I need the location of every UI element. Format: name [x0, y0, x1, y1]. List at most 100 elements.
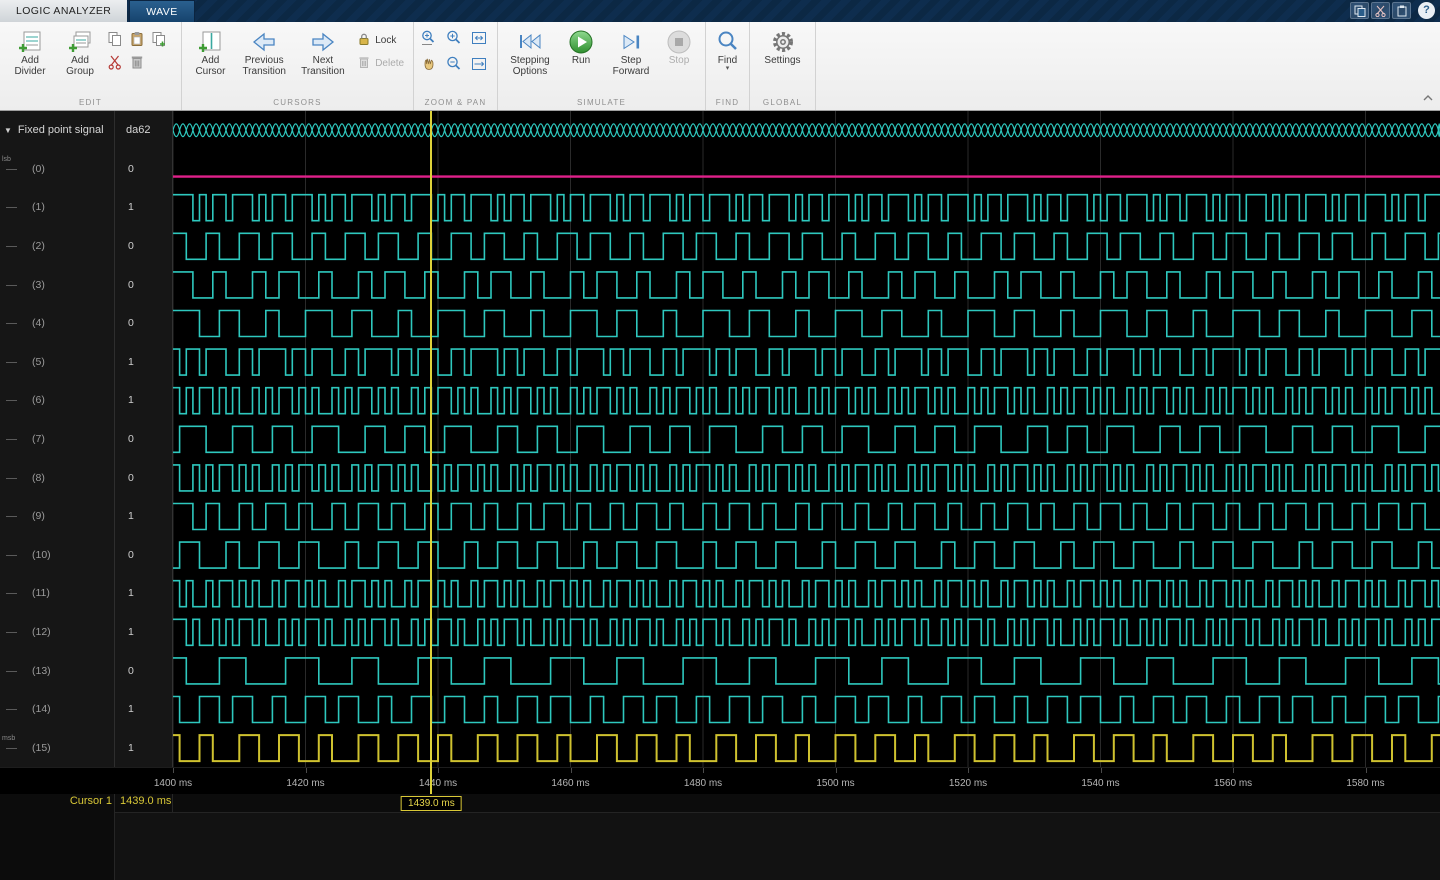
- zoom-in-icon[interactable]: [444, 28, 463, 47]
- cursor-name-readout[interactable]: Cursor 1: [0, 795, 112, 807]
- add-cursor-button[interactable]: Add Cursor: [187, 26, 234, 79]
- time-cursor-line[interactable]: [430, 111, 433, 794]
- settings-button[interactable]: Settings: [755, 26, 810, 68]
- channel-waveform[interactable]: [173, 734, 1440, 763]
- channel-waveform[interactable]: [173, 618, 1440, 647]
- collapse-triangle-icon[interactable]: ▼: [4, 126, 12, 135]
- channel-row[interactable]: (4): [0, 304, 114, 343]
- waveform-canvas[interactable]: [173, 111, 1440, 767]
- channel-waveform[interactable]: [173, 232, 1440, 261]
- time-tick-label: 1440 ms: [418, 778, 458, 789]
- help-icon[interactable]: ?: [1418, 2, 1435, 19]
- channel-waveform[interactable]: [173, 695, 1440, 724]
- channel-waveform[interactable]: [173, 425, 1440, 454]
- tab-wave[interactable]: WAVE: [129, 0, 195, 22]
- tree-branch-icon: [6, 554, 17, 556]
- copy-icon[interactable]: [1350, 2, 1369, 19]
- channel-row[interactable]: (12): [0, 613, 114, 652]
- channel-waveform[interactable]: [173, 386, 1440, 415]
- lock-button[interactable]: Lock: [357, 32, 406, 49]
- signal-group-row[interactable]: ▼ Fixed point signal: [0, 111, 114, 150]
- tick-mark: [703, 768, 704, 773]
- toolbar-collapse-button[interactable]: [1422, 89, 1434, 107]
- channel-row[interactable]: (2): [0, 227, 114, 266]
- channel-row[interactable]: (6): [0, 381, 114, 420]
- stepping-options-button[interactable]: Stepping Options: [503, 26, 557, 79]
- paste-icon[interactable]: [127, 29, 146, 48]
- channel-value-row: 0: [115, 420, 172, 459]
- channel-name: (0): [32, 162, 45, 175]
- channel-waveform[interactable]: [173, 464, 1440, 492]
- channel-waveform[interactable]: [173, 193, 1440, 222]
- settings-label: Settings: [764, 55, 801, 66]
- tab-logic-analyzer[interactable]: LOGIC ANALYZER: [0, 0, 128, 22]
- channel-waveform[interactable]: [173, 271, 1440, 299]
- channel-waveform[interactable]: [173, 309, 1440, 338]
- paste-icon[interactable]: [1392, 2, 1411, 19]
- channel-name: (10): [32, 548, 51, 561]
- cursor-value-flag[interactable]: 1439.0 ms: [401, 796, 462, 811]
- channel-name: (6): [32, 394, 45, 407]
- cut-icon[interactable]: [105, 52, 124, 71]
- stepping-options-label: Stepping Options: [510, 55, 550, 77]
- signal-group-value-row: da62: [115, 111, 172, 150]
- section-label-simulate: SIMULATE: [576, 98, 626, 107]
- toolbar-section-simulate: Stepping Options Run Step Forward Stop S…: [498, 22, 706, 110]
- stop-icon: [666, 28, 692, 55]
- channel-waveform[interactable]: [173, 502, 1440, 531]
- channel-row[interactable]: lsb (0): [0, 150, 114, 189]
- channel-name: (14): [32, 703, 51, 716]
- fit-to-view-icon[interactable]: [469, 28, 488, 47]
- waveform-area[interactable]: [173, 111, 1440, 767]
- tick-mark: [438, 768, 439, 773]
- step-forward-button[interactable]: Step Forward: [605, 26, 657, 79]
- channel-row[interactable]: (5): [0, 343, 114, 382]
- tree-branch-icon: [6, 593, 17, 595]
- add-divider-label: Add Divider: [14, 55, 46, 77]
- cursor-time-readout: 1439.0 ms: [120, 795, 172, 807]
- stop-button[interactable]: Stop: [659, 26, 699, 68]
- channel-row[interactable]: (10): [0, 536, 114, 575]
- time-tick-label: 1460 ms: [551, 778, 590, 789]
- cut-icon[interactable]: [1371, 2, 1390, 19]
- copy-icon[interactable]: [105, 29, 124, 48]
- channel-value-row: 0: [115, 265, 172, 304]
- tree-branch-icon: [6, 323, 17, 325]
- find-button[interactable]: Find ▾: [711, 26, 744, 74]
- delete-cursor-button[interactable]: Delete: [357, 55, 406, 72]
- zoom-out-icon[interactable]: [444, 54, 463, 73]
- toolbar-section-edit: Add Divider Add Group EDIT: [0, 22, 182, 110]
- channel-row[interactable]: (9): [0, 497, 114, 536]
- channel-row[interactable]: (1): [0, 188, 114, 227]
- zoom-in-time-icon[interactable]: [419, 28, 438, 47]
- section-label-edit: EDIT: [78, 98, 103, 107]
- channel-waveform[interactable]: [173, 348, 1440, 376]
- channel-row[interactable]: (7): [0, 420, 114, 459]
- channel-waveform[interactable]: [173, 657, 1440, 685]
- add-divider-button[interactable]: Add Divider: [5, 26, 55, 79]
- add-group-label: Add Group: [66, 55, 94, 77]
- previous-transition-button[interactable]: Previous Transition: [236, 26, 293, 79]
- duplicate-icon[interactable]: [149, 29, 168, 48]
- channel-row[interactable]: msb (15): [0, 729, 114, 767]
- channel-row[interactable]: (14): [0, 690, 114, 729]
- channel-row[interactable]: (8): [0, 458, 114, 497]
- zoom-fit-width-icon[interactable]: [469, 54, 488, 73]
- time-tick-label: 1420 ms: [286, 778, 325, 789]
- delete-icon[interactable]: [127, 52, 146, 71]
- channel-row[interactable]: (11): [0, 574, 114, 613]
- run-icon: [568, 28, 594, 55]
- channel-value: 1: [128, 510, 134, 523]
- bus-waveform[interactable]: [173, 123, 1440, 138]
- channel-row[interactable]: (13): [0, 651, 114, 690]
- channel-waveform[interactable]: [173, 541, 1440, 569]
- channel-row[interactable]: (3): [0, 265, 114, 304]
- tree-branch-icon: [6, 207, 17, 209]
- tick-mark: [1233, 768, 1234, 773]
- section-label-zoom-pan: ZOOM & PAN: [424, 98, 487, 107]
- run-button[interactable]: Run: [559, 26, 603, 68]
- channel-waveform[interactable]: [173, 579, 1440, 608]
- next-transition-button[interactable]: Next Transition: [295, 26, 352, 79]
- add-group-button[interactable]: Add Group: [57, 26, 103, 79]
- pan-icon[interactable]: [419, 54, 438, 73]
